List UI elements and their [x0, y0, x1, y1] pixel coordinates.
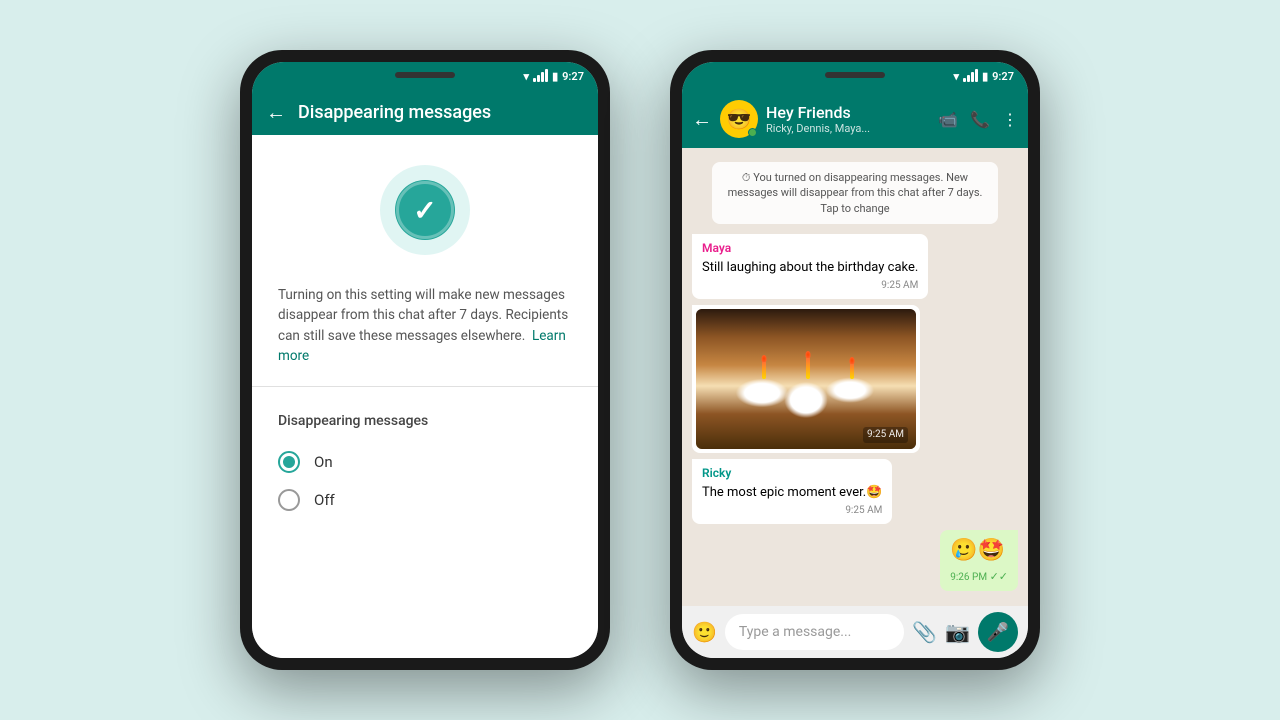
- back-button-2[interactable]: ←: [692, 107, 712, 132]
- message-time-1: 9:25 AM: [702, 279, 918, 293]
- video-call-icon[interactable]: 📹: [938, 110, 958, 129]
- group-avatar: 😎: [720, 100, 758, 138]
- sender-name-maya: Maya: [702, 240, 918, 257]
- more-options-icon[interactable]: ⋮: [1002, 110, 1018, 129]
- mic-icon: 🎤: [987, 622, 1009, 643]
- emoji-input-icon[interactable]: 🙂: [692, 620, 717, 644]
- chat-info: Hey Friends Ricky, Dennis, Maya...: [766, 103, 930, 135]
- group-name: Hey Friends: [766, 103, 930, 122]
- chat-input-bar: 🙂 Type a message... 📎 📷 🎤: [682, 606, 1028, 658]
- radio-on-option[interactable]: On: [252, 443, 598, 481]
- online-indicator: [748, 128, 757, 137]
- app-header-1: ← Disappearing messages: [252, 90, 598, 135]
- header-actions: 📹 📞 ⋮: [938, 110, 1018, 129]
- message-time-3: 9:25 AM: [702, 504, 882, 518]
- message-text-3: The most epic moment ever.🤩: [702, 484, 882, 502]
- check-icon: ✓: [413, 194, 436, 227]
- radio-off-label: Off: [314, 491, 335, 509]
- clock-face: ✓: [395, 180, 455, 240]
- image-time: 9:25 AM: [863, 427, 908, 443]
- phone-speaker-1: [395, 72, 455, 78]
- phone-1: ▾ ▮ 9:27 ← Disappearing messages: [240, 50, 610, 670]
- message-sent-emoji: 🥲🤩 9:26 PM ✓✓: [940, 530, 1018, 591]
- system-message-text: You turned on disappearing messages. New…: [728, 171, 983, 215]
- message-text-1: Still laughing about the birthday cake.: [702, 259, 918, 277]
- system-notification[interactable]: ⏱ You turned on disappearing messages. N…: [712, 162, 998, 224]
- icon-area: ✓: [252, 135, 598, 275]
- signal-icon-2: [963, 70, 978, 82]
- message-input[interactable]: Type a message...: [725, 614, 904, 650]
- phone-speaker-2: [825, 72, 885, 78]
- message-maya-text: Maya Still laughing about the birthday c…: [692, 234, 928, 299]
- description-text: Turning on this setting will make new me…: [278, 287, 568, 344]
- sender-name-ricky: Ricky: [702, 465, 882, 482]
- battery-icon-2: ▮: [982, 70, 988, 83]
- radio-on-selected: [283, 456, 295, 468]
- time-display-2: 9:27: [992, 70, 1014, 83]
- mic-button[interactable]: 🎤: [978, 612, 1018, 652]
- candle-3: [850, 363, 854, 379]
- message-time-4: 9:26 PM ✓✓: [950, 569, 1008, 585]
- radio-off-button[interactable]: [278, 489, 300, 511]
- signal-icon: [533, 70, 548, 82]
- input-placeholder: Type a message...: [739, 624, 851, 640]
- chat-header: ← 😎 Hey Friends Ricky, Dennis, Maya... 📹…: [682, 90, 1028, 148]
- description-area: Turning on this setting will make new me…: [252, 275, 598, 386]
- flame-3: [850, 357, 855, 364]
- cake-photo: 9:25 AM: [696, 309, 916, 449]
- section-label: Disappearing messages: [252, 403, 598, 443]
- read-ticks: ✓✓: [990, 570, 1008, 583]
- time-display-1: 9:27: [562, 70, 584, 83]
- candle-1: [762, 361, 766, 379]
- camera-icon[interactable]: 📷: [945, 620, 970, 644]
- attachment-icon[interactable]: 📎: [912, 620, 937, 644]
- status-icons-1: ▾ ▮ 9:27: [524, 70, 584, 83]
- message-cake-image: 9:25 AM: [692, 305, 920, 453]
- status-icons-2: ▾ ▮ 9:27: [954, 70, 1014, 83]
- divider-1: [252, 386, 598, 387]
- group-members: Ricky, Dennis, Maya...: [766, 122, 930, 135]
- chat-messages: ⏱ You turned on disappearing messages. N…: [682, 148, 1028, 606]
- flame-2: [806, 351, 811, 358]
- disappearing-messages-screen: ✓ Turning on this setting will make new …: [252, 135, 598, 658]
- candle-2: [806, 357, 810, 379]
- message-ricky-text: Ricky The most epic moment ever.🤩 9:25 A…: [692, 459, 892, 524]
- timer-system-icon: ⏱: [742, 171, 751, 184]
- wifi-icon: ▾: [524, 70, 530, 83]
- timer-icon-circle: ✓: [380, 165, 470, 255]
- wifi-icon-2: ▾: [954, 70, 960, 83]
- voice-call-icon[interactable]: 📞: [970, 110, 990, 129]
- radio-off-option[interactable]: Off: [252, 481, 598, 519]
- page-title-1: Disappearing messages: [298, 102, 584, 123]
- radio-on-button[interactable]: [278, 451, 300, 473]
- back-button-1[interactable]: ←: [266, 100, 286, 125]
- radio-on-label: On: [314, 453, 333, 471]
- battery-icon: ▮: [552, 70, 558, 83]
- phone-2: ▾ ▮ 9:27 ← 😎: [670, 50, 1040, 670]
- emoji-content: 🥲🤩: [950, 538, 1005, 563]
- flame-1: [762, 355, 767, 362]
